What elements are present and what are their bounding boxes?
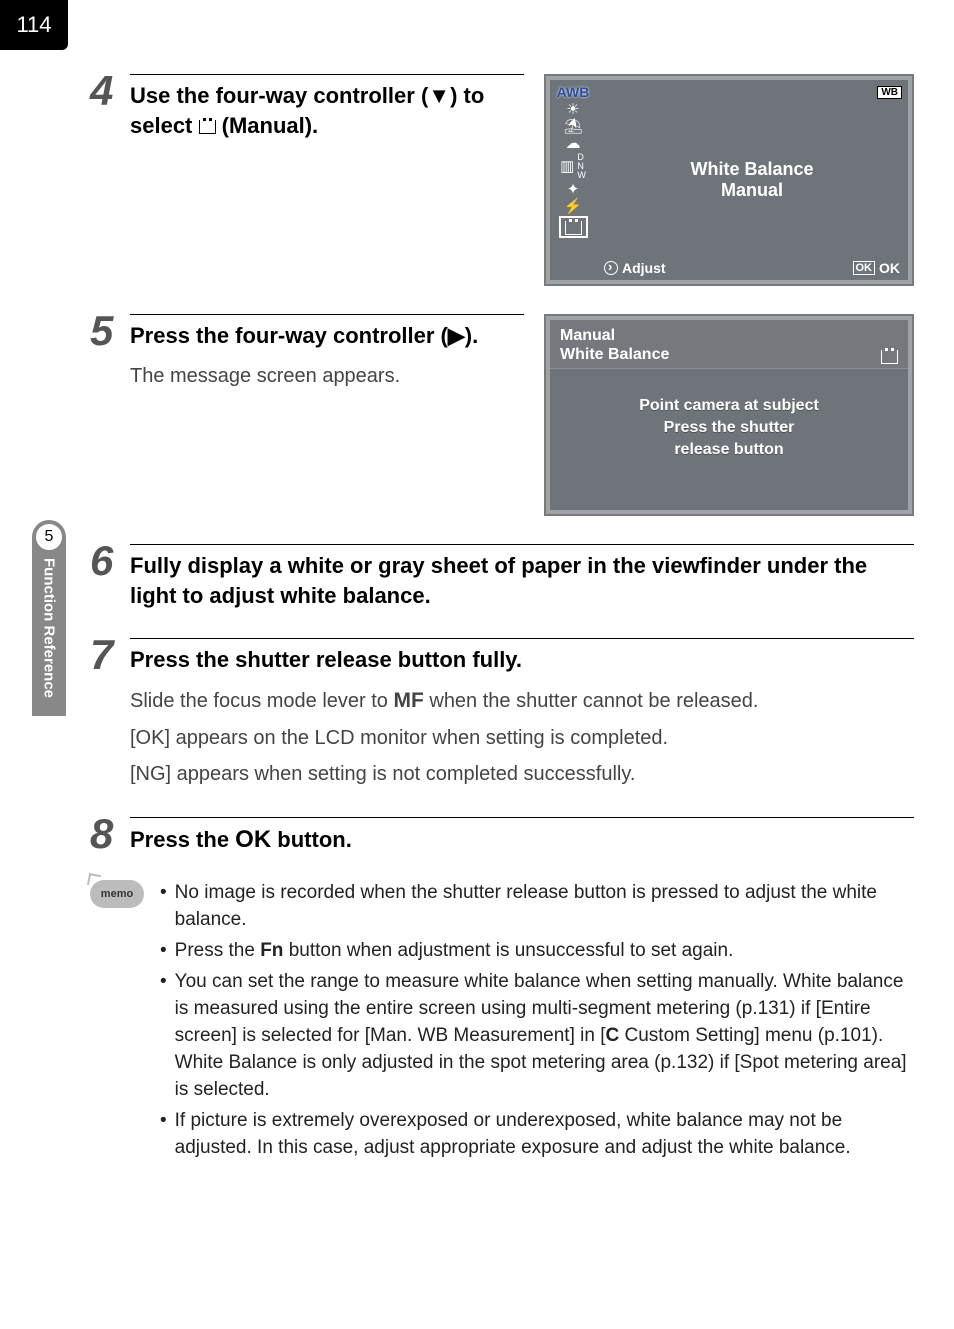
wb-main-area: WB White Balance Manual Adjust OK — [596, 80, 908, 280]
step-5: 5 Press the four-way controller (). The … — [90, 310, 914, 516]
manual-wb-icon — [881, 350, 898, 364]
awb-icon: AWB — [557, 84, 590, 100]
lcd2-title2: White Balance — [560, 345, 669, 364]
step-number: 5 — [90, 310, 130, 516]
step8-text-a: Press the — [130, 827, 235, 852]
step-7: 7 Press the shutter release button fully… — [90, 634, 914, 788]
step8-title: Press the OK button. — [130, 817, 914, 856]
lcd2-msg3: release button — [560, 439, 898, 461]
manual-wb-icon — [199, 120, 216, 134]
wb-heading2: Manual — [721, 180, 783, 201]
page-number-tab: 114 — [0, 0, 68, 50]
step-title: Use the four-way controller () to select… — [130, 74, 524, 140]
memo-item-text: If picture is extremely overexposed or u… — [175, 1108, 914, 1162]
manual-wb-icon — [565, 221, 582, 235]
step-6: 6 Fully display a white or gray sheet of… — [90, 540, 914, 610]
down-arrow-icon — [428, 83, 450, 108]
tungsten-icon: ✦ — [567, 182, 580, 197]
step8-text-b: button. — [271, 827, 352, 852]
step7-desc: Slide the focus mode lever to MF when th… — [130, 685, 914, 789]
section-side-tab: 5 Function Reference — [32, 520, 66, 716]
step-title: Press the four-way controller (). — [130, 314, 524, 351]
step5-text-a: Press the four-way controller ( — [130, 323, 448, 348]
section-label: Function Reference — [41, 558, 58, 698]
step7-desc-b: when the shutter cannot be released. — [424, 690, 759, 712]
bullet-icon: • — [160, 880, 167, 934]
wb-mode-list: AWB ☀ ⛱ ☁ ▥ D N W — [550, 80, 596, 280]
step7-desc-a: Slide the focus mode lever to — [130, 690, 393, 712]
bullet-icon: • — [160, 1108, 167, 1162]
memo-item-text: Press the Fn button when adjustment is u… — [175, 938, 734, 965]
step-body: Press the four-way controller (). The me… — [130, 310, 914, 516]
bullet-icon: • — [160, 938, 167, 965]
section-number: 5 — [45, 528, 54, 546]
lcd2-msg1: Point camera at subject — [560, 395, 898, 417]
dnw-w: W — [577, 171, 586, 180]
adjust-dial-icon — [604, 261, 618, 275]
step5-desc: The message screen appears. — [130, 361, 524, 391]
step-8: 8 Press the OK button. — [90, 813, 914, 856]
memo-list: • No image is recorded when the shutter … — [160, 880, 914, 1166]
memo-icon: memo — [90, 880, 144, 908]
ok-box-icon: OK — [853, 261, 876, 275]
memo-item-text: No image is recorded when the shutter re… — [175, 880, 914, 934]
daylight-icon: ☀ — [566, 102, 579, 117]
memo-item: • You can set the range to measure white… — [160, 969, 914, 1104]
fluorescent-dnw-icon: D N W — [577, 153, 586, 180]
step-number: 8 — [90, 813, 130, 856]
step4-text-a: Use the four-way controller ( — [130, 83, 428, 108]
mf-label: MF — [393, 689, 423, 712]
step-body: Use the four-way controller () to select… — [130, 70, 914, 286]
shade-icon: ⛱ — [563, 119, 582, 134]
section-number-circle: 5 — [34, 522, 64, 552]
step-number: 4 — [90, 70, 130, 286]
fn-label: Fn — [260, 940, 283, 961]
page-number: 114 — [16, 12, 51, 38]
memo2-a: Press the — [175, 940, 261, 961]
step-4: 4 Use the four-way controller () to sele… — [90, 70, 914, 286]
lcd2-msg2: Press the shutter — [560, 417, 898, 439]
adjust-label: Adjust — [622, 260, 666, 276]
memo-item-text: You can set the range to measure white b… — [175, 969, 914, 1104]
custom-c-label: C — [606, 1025, 620, 1046]
step6-title: Fully display a white or gray sheet of p… — [130, 544, 914, 610]
memo-badge-text: memo — [101, 888, 133, 900]
step7-title: Press the shutter release button fully. — [130, 638, 914, 675]
cloudy-icon: ☁ — [566, 136, 581, 151]
lcd2-header: Manual White Balance — [550, 320, 908, 369]
memo-item: • No image is recorded when the shutter … — [160, 880, 914, 934]
memo-item: • If picture is extremely overexposed or… — [160, 1108, 914, 1162]
step-number: 6 — [90, 540, 130, 610]
page-content: 4 Use the four-way controller () to sele… — [90, 70, 914, 1166]
ok-label: OK — [879, 260, 900, 276]
lcd-screen-manual-msg: Manual White Balance Point camera at sub… — [544, 314, 914, 516]
right-arrow-icon — [448, 323, 465, 348]
fluorescent-icon: ▥ — [560, 159, 574, 174]
memo-block: memo • No image is recorded when the shu… — [90, 880, 914, 1166]
ok-button-label: OK — [235, 826, 271, 853]
step5-text-b: ). — [465, 323, 478, 348]
step7-desc2: [OK] appears on the LCD monitor when set… — [130, 723, 914, 753]
step4-text-c: (Manual). — [216, 113, 319, 138]
manual-wb-selected — [559, 216, 588, 238]
wb-footer: Adjust OK OK — [596, 260, 908, 276]
lcd2-title1: Manual — [560, 326, 669, 345]
wb-badge: WB — [877, 86, 902, 99]
lcd-screen-wb-menu: AWB ☀ ⛱ ☁ ▥ D N W — [544, 74, 914, 286]
bullet-icon: • — [160, 969, 167, 1104]
step-number: 7 — [90, 634, 130, 788]
memo-item: • Press the Fn button when adjustment is… — [160, 938, 914, 965]
lcd2-message: Point camera at subject Press the shutte… — [550, 369, 908, 486]
flash-icon: ⚡ — [564, 199, 583, 214]
wb-heading1: White Balance — [690, 159, 813, 180]
memo2-b: button when adjustment is unsuccessful t… — [283, 940, 733, 961]
step7-desc3: [NG] appears when setting is not complet… — [130, 759, 914, 789]
